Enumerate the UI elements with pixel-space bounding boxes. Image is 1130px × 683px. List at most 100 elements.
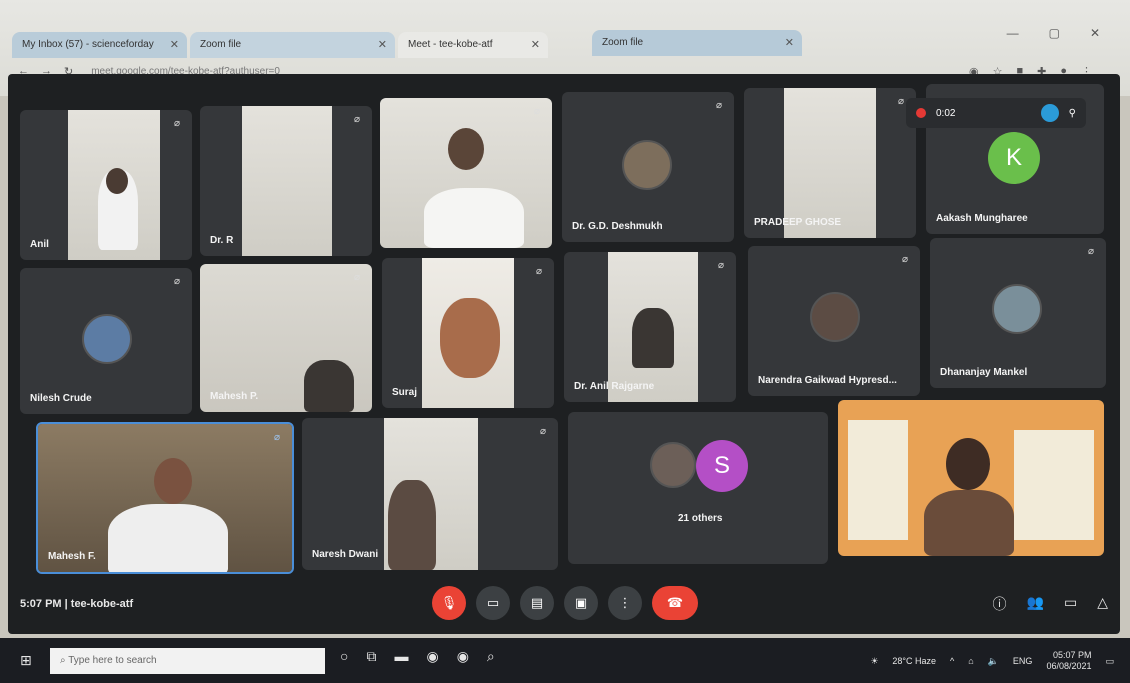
participant-tile[interactable]: ⌀ Nilesh Crude bbox=[20, 268, 192, 414]
mic-off-icon: ⌀ bbox=[353, 272, 361, 283]
weather-text[interactable]: 28°C Haze bbox=[892, 656, 936, 666]
meet-control-bar: 5:07 PM | tee-kobe-atf 🎙 ▭ ▤ ▣ ⋮ ☎ ⓘ 👥 ▭… bbox=[8, 578, 1120, 634]
participant-video bbox=[632, 308, 674, 368]
task-view-icon[interactable]: ⧉ bbox=[366, 648, 376, 665]
network-icon[interactable]: ⌂ bbox=[968, 656, 973, 666]
close-icon[interactable]: ✕ bbox=[531, 38, 540, 51]
windows-taskbar: ⊞ ⌕ Type here to search ○ ⧉ ▬ ◉ ◉ ⌕ ☀ 28… bbox=[0, 638, 1130, 683]
clock[interactable]: 05:07 PM 06/08/2021 bbox=[1046, 650, 1091, 672]
search-icon[interactable]: ⌕ bbox=[487, 648, 495, 665]
language-indicator[interactable]: ENG bbox=[1013, 656, 1033, 666]
participant-tile[interactable]: ⌀ Suraj bbox=[382, 258, 554, 408]
tab-bar: My Inbox (57) - scienceforday ✕ Zoom file… bbox=[0, 18, 1130, 58]
avatar bbox=[810, 292, 860, 342]
participant-tile[interactable]: ⌀ PRADEEP GHOSE bbox=[744, 88, 916, 238]
close-icon[interactable]: ✕ bbox=[378, 38, 387, 51]
taskbar-apps: ○ ⧉ ▬ ◉ ◉ ⌕ bbox=[340, 648, 495, 665]
windows-start-icon[interactable]: ⊞ bbox=[20, 652, 32, 669]
participant-video bbox=[924, 490, 1014, 556]
captions-button[interactable]: ▤ bbox=[520, 586, 554, 620]
volume-icon[interactable]: 🔈 bbox=[988, 656, 999, 667]
end-call-button[interactable]: ☎ bbox=[652, 586, 698, 620]
tab-label: Zoom file bbox=[602, 37, 644, 48]
recording-label: 0:02 bbox=[936, 107, 956, 119]
avatar bbox=[650, 442, 696, 488]
participant-tile[interactable]: ⌀ Narendra Gaikwad Hypresd... bbox=[748, 246, 920, 396]
participant-tile-presentation[interactable] bbox=[838, 400, 1104, 556]
mic-off-icon: ⌀ bbox=[353, 114, 361, 125]
participant-name: Dr. Anil Rajgarne bbox=[574, 381, 655, 392]
meeting-code: tee-kobe-atf bbox=[70, 598, 134, 610]
clock-time: 05:07 PM bbox=[1052, 650, 1092, 660]
time-text: 5:07 PM bbox=[20, 598, 62, 610]
participant-name: 21 others bbox=[678, 513, 723, 524]
participant-head bbox=[154, 458, 192, 504]
tab-meet[interactable]: Meet - tee-kobe-atf ✕ bbox=[398, 32, 548, 58]
chevron-up-icon[interactable]: ^ bbox=[950, 656, 954, 666]
close-icon[interactable]: ✕ bbox=[785, 36, 794, 49]
participant-initial: K bbox=[988, 132, 1040, 184]
slide-panel bbox=[848, 420, 908, 540]
notifications-icon[interactable]: ▭ bbox=[1105, 656, 1114, 667]
call-controls: 🎙 ▭ ▤ ▣ ⋮ ☎ bbox=[432, 586, 698, 620]
people-icon[interactable]: 👥 bbox=[1027, 594, 1044, 614]
present-button[interactable]: ▣ bbox=[564, 586, 598, 620]
participant-name: Dr. G.D. Deshmukh bbox=[572, 221, 663, 232]
cortana-icon[interactable]: ○ bbox=[340, 648, 348, 665]
participant-tile-active-speaker[interactable]: ⌀ Mahesh F. bbox=[36, 422, 294, 574]
participant-initial: S bbox=[696, 440, 748, 492]
clock-date: 06/08/2021 bbox=[1046, 661, 1092, 671]
participant-tile[interactable]: ⌀ Dhananjay Mankel bbox=[930, 238, 1106, 388]
info-icon[interactable]: ⓘ bbox=[993, 594, 1007, 614]
video-feed bbox=[242, 106, 332, 256]
participant-head bbox=[106, 168, 128, 194]
participant-tile[interactable]: ⌀ Dr. G.D. Deshmukh bbox=[562, 92, 734, 242]
window-controls: — ▢ ✕ bbox=[1007, 26, 1100, 40]
participant-tile[interactable]: ⌀ Dr. R bbox=[200, 106, 372, 256]
participant-tile[interactable]: ⌀ Mahesh P. bbox=[200, 264, 372, 412]
close-icon[interactable]: ✕ bbox=[170, 38, 179, 51]
more-options-button[interactable]: ⋮ bbox=[608, 586, 642, 620]
participant-head bbox=[946, 438, 990, 490]
participant-video bbox=[108, 504, 228, 572]
avatar bbox=[622, 140, 672, 190]
tab-inbox[interactable]: My Inbox (57) - scienceforday ✕ bbox=[12, 32, 187, 58]
participant-video bbox=[424, 188, 524, 248]
chrome-icon[interactable]: ◉ bbox=[426, 648, 438, 665]
participant-name: Dhananjay Mankel bbox=[940, 367, 1028, 378]
minimize-icon[interactable]: — bbox=[1007, 26, 1019, 40]
mic-off-icon: ⌀ bbox=[173, 118, 181, 129]
chrome-icon-2[interactable]: ◉ bbox=[457, 648, 469, 665]
speaking-icon: ⌀ bbox=[273, 432, 281, 443]
mic-off-icon: ⌀ bbox=[533, 106, 541, 117]
participant-tile[interactable]: ⌀ Dr. Anil Rajgarne bbox=[564, 252, 736, 402]
participant-tile[interactable]: ⌀ Naresh Dwani bbox=[302, 418, 558, 570]
mic-icon[interactable]: ⚲ bbox=[1069, 108, 1076, 119]
meet-side-icons: ⓘ 👥 ▭ △ bbox=[993, 594, 1108, 614]
participant-name: Naresh Dwani bbox=[312, 549, 379, 560]
close-window-icon[interactable]: ✕ bbox=[1090, 26, 1100, 40]
mic-off-icon: ⌀ bbox=[715, 100, 723, 111]
participant-tile-others[interactable]: S 21 others bbox=[568, 412, 828, 564]
maximize-icon[interactable]: ▢ bbox=[1049, 26, 1060, 40]
camera-toggle-button[interactable]: ▭ bbox=[476, 586, 510, 620]
participant-name: Mahesh P. bbox=[210, 391, 259, 402]
info-icon[interactable] bbox=[1040, 104, 1059, 122]
chat-icon[interactable]: ▭ bbox=[1064, 594, 1077, 614]
tab-zoom-file[interactable]: Zoom file ✕ bbox=[190, 32, 395, 58]
file-explorer-icon[interactable]: ▬ bbox=[394, 648, 408, 665]
avatar bbox=[82, 314, 132, 364]
tab-label: Meet - tee-kobe-atf bbox=[408, 39, 493, 50]
taskbar-search[interactable]: ⌕ Type here to search bbox=[50, 648, 325, 674]
tab-zoom-file-2[interactable]: Zoom file ✕ bbox=[592, 30, 802, 56]
mic-toggle-button[interactable]: 🎙 bbox=[432, 586, 466, 620]
mic-off-icon: ⌀ bbox=[717, 260, 725, 271]
mic-off-icon: ⌀ bbox=[535, 266, 543, 277]
participant-tile[interactable]: ⌀ bbox=[380, 98, 552, 248]
participant-name: Nilesh Crude bbox=[30, 393, 92, 404]
participant-tile[interactable]: ⌀ Anil bbox=[20, 110, 192, 260]
video-feed bbox=[784, 88, 876, 238]
record-icon bbox=[916, 108, 926, 118]
activities-icon[interactable]: △ bbox=[1097, 594, 1108, 614]
weather-icon[interactable]: ☀ bbox=[870, 656, 878, 667]
